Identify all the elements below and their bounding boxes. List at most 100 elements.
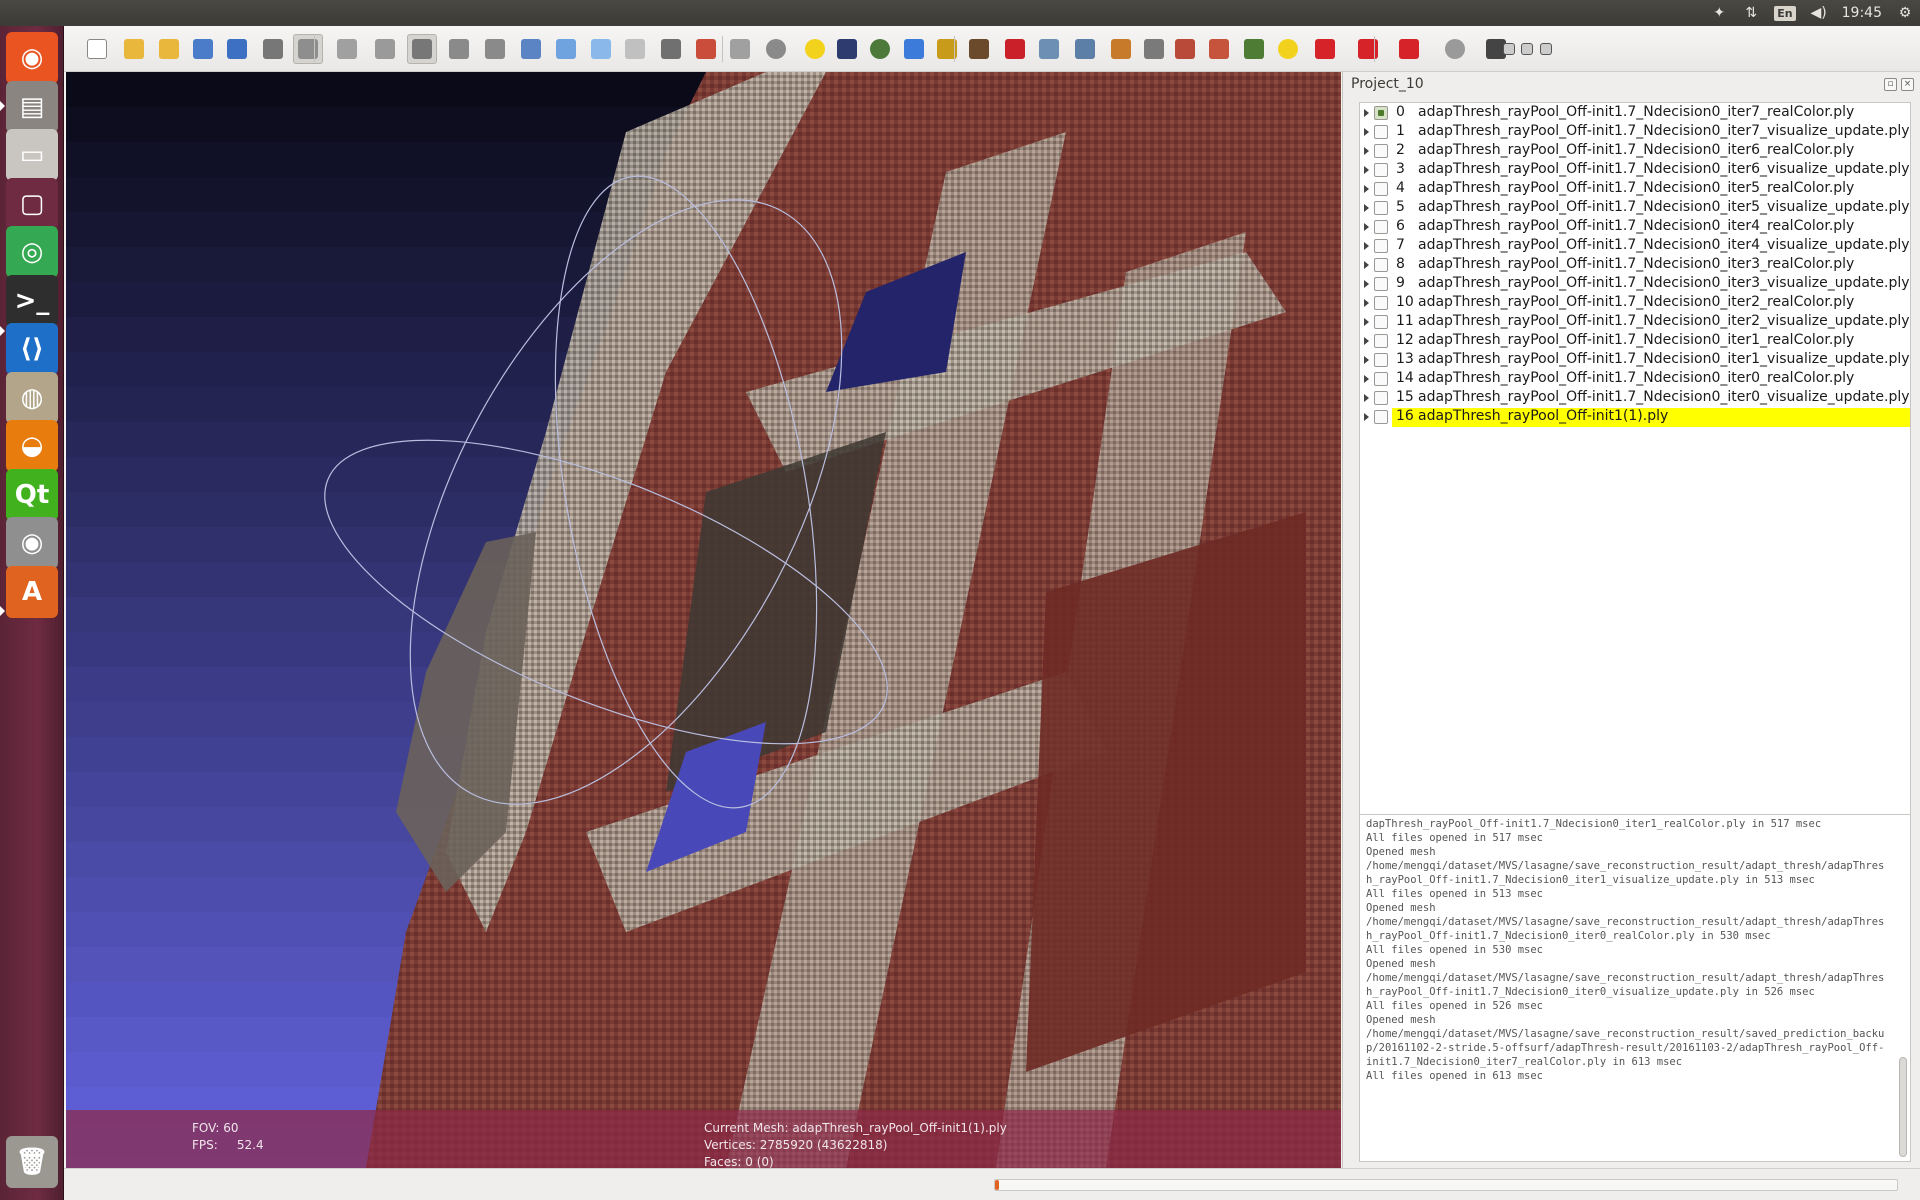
layer-label[interactable]: 6 adapThresh_rayPool_Off-init1.7_Ndecisio… (1392, 218, 1910, 237)
expand-arrow-icon[interactable] (1364, 223, 1369, 231)
layer-label[interactable]: 11 adapThresh_rayPool_Off-init1.7_Ndecisi… (1392, 313, 1910, 332)
settings-gear-icon[interactable]: ⚙ (1896, 4, 1914, 22)
expand-arrow-icon[interactable] (1364, 128, 1369, 136)
files-icon[interactable]: ▤ (6, 80, 58, 133)
selection-faces-icon[interactable] (725, 34, 755, 64)
render-points-icon[interactable] (407, 34, 437, 64)
vscode-icon[interactable]: ⟨⟩ (6, 323, 58, 375)
terminal-icon[interactable]: >_ (6, 274, 58, 327)
layer-row[interactable]: 4 adapThresh_rayPool_Off-init1.7_Ndecisio… (1360, 180, 1910, 199)
expand-arrow-icon[interactable] (1364, 375, 1369, 383)
snapshot-icon[interactable] (258, 34, 288, 64)
close-dock-icon[interactable]: × (1901, 78, 1914, 91)
eye-of-gnome-icon[interactable]: ◉ (6, 517, 58, 569)
volume-icon[interactable]: ◀) (1810, 4, 1828, 22)
restore-icon[interactable] (1518, 40, 1536, 58)
layer-visibility-icon[interactable] (1374, 125, 1388, 139)
layer-row[interactable]: 13 adapThresh_rayPool_Off-init1.7_Ndecisi… (1360, 351, 1910, 370)
layer-label[interactable]: 5 adapThresh_rayPool_Off-init1.7_Ndecisio… (1392, 199, 1910, 218)
expand-arrow-icon[interactable] (1364, 204, 1369, 212)
expand-arrow-icon[interactable] (1364, 166, 1369, 174)
delete-all-icon[interactable] (1394, 34, 1424, 64)
layer-label[interactable]: 0 adapThresh_rayPool_Off-init1.7_Ndecisio… (1392, 104, 1910, 123)
layer-label[interactable]: 9 adapThresh_rayPool_Off-init1.7_Ndecisio… (1392, 275, 1910, 294)
expand-arrow-icon[interactable] (1364, 109, 1369, 117)
layer-row[interactable]: 7 adapThresh_rayPool_Off-init1.7_Ndecisio… (1360, 237, 1910, 256)
render-flat-lines-icon[interactable] (516, 34, 546, 64)
edit-quality-icon[interactable] (1204, 34, 1234, 64)
log-vscrollbar[interactable] (1898, 819, 1908, 1157)
trash-icon[interactable]: 🗑 (6, 1136, 58, 1188)
layer-row[interactable]: 0 adapThresh_rayPool_Off-init1.7_Ndecisio… (1360, 104, 1910, 123)
layer-label[interactable]: 12 adapThresh_rayPool_Off-init1.7_Ndecisi… (1392, 332, 1910, 351)
info-icon[interactable] (1273, 34, 1303, 64)
layer-dialog-icon[interactable] (293, 34, 323, 64)
layer-visibility-icon[interactable] (1374, 163, 1388, 177)
expand-arrow-icon[interactable] (1364, 337, 1369, 345)
expand-arrow-icon[interactable] (1364, 261, 1369, 269)
layer-row[interactable]: 2 adapThresh_rayPool_Off-init1.7_Ndecisio… (1360, 142, 1910, 161)
raster-icon[interactable] (1239, 34, 1269, 64)
layer-visibility-icon[interactable] (1374, 239, 1388, 253)
measure-axis-icon[interactable] (899, 34, 929, 64)
select-vertices-icon[interactable] (1139, 34, 1169, 64)
window-icon[interactable]: ▢ (6, 177, 58, 230)
render-bbox-icon[interactable] (370, 34, 400, 64)
expand-arrow-icon[interactable] (1364, 394, 1369, 402)
dropbox-icon[interactable]: ✦ (1710, 4, 1728, 22)
expand-arrow-icon[interactable] (1364, 413, 1369, 421)
light-on-icon[interactable] (656, 34, 686, 64)
expand-arrow-icon[interactable] (1364, 356, 1369, 364)
expand-arrow-icon[interactable] (1364, 318, 1369, 326)
ubuntu-dash-icon[interactable]: ◉ (6, 32, 58, 84)
render-flat-icon[interactable] (551, 34, 581, 64)
layer-row[interactable]: 8 adapThresh_rayPool_Off-init1.7_Ndecisio… (1360, 256, 1910, 275)
layer-label[interactable]: 1 adapThresh_rayPool_Off-init1.7_Ndecisio… (1392, 123, 1910, 142)
trackball-icon[interactable] (761, 34, 791, 64)
new-project-icon[interactable] (82, 34, 112, 64)
open-project-icon[interactable] (119, 34, 149, 64)
layer-label[interactable]: 16 adapThresh_rayPool_Off-init1(1).ply (1392, 408, 1910, 427)
import-mesh-icon[interactable] (154, 34, 184, 64)
layer-row[interactable]: 9 adapThresh_rayPool_Off-init1.7_Ndecisio… (1360, 275, 1910, 294)
expand-arrow-icon[interactable] (1364, 299, 1369, 307)
layer-row[interactable]: 12 adapThresh_rayPool_Off-init1.7_Ndecisi… (1360, 332, 1910, 351)
delete-faces-icon[interactable] (1353, 34, 1383, 64)
layer-row[interactable]: 10 adapThresh_rayPool_Off-init1.7_Ndecisi… (1360, 294, 1910, 313)
z-painting-icon[interactable] (1106, 34, 1136, 64)
keyboard-lang-icon[interactable]: En (1774, 5, 1796, 21)
layer-label[interactable]: 7 adapThresh_rayPool_Off-init1.7_Ndecisio… (1392, 237, 1910, 256)
layer-label[interactable]: 3 adapThresh_rayPool_Off-init1.7_Ndecisio… (1392, 161, 1910, 180)
layer-visibility-icon[interactable] (1374, 353, 1388, 367)
log-panel[interactable]: dapThresh_rayPool_Off-init1.7_Ndecision0… (1359, 814, 1911, 1162)
layer-label[interactable]: 13 adapThresh_rayPool_Off-init1.7_Ndecisi… (1392, 351, 1910, 370)
layer-visibility-icon[interactable] (1374, 315, 1388, 329)
shader-icon[interactable] (832, 34, 862, 64)
render-wire-icon[interactable] (444, 34, 474, 64)
expand-arrow-icon[interactable] (1364, 280, 1369, 288)
layer-tree[interactable]: 0 adapThresh_rayPool_Off-init1.7_Ndecisio… (1359, 102, 1911, 852)
layer-label[interactable]: 15 adapThresh_rayPool_Off-init1.7_Ndecisi… (1392, 389, 1910, 408)
blender-icon[interactable]: ◒ (6, 420, 58, 472)
pick-points-icon[interactable] (1034, 34, 1064, 64)
software-center-icon[interactable]: A (6, 565, 58, 618)
layer-row[interactable]: 11 adapThresh_rayPool_Off-init1.7_Ndecisi… (1360, 313, 1910, 332)
search-icon[interactable] (1440, 34, 1470, 64)
layer-visibility-icon[interactable] (1374, 182, 1388, 196)
layer-visibility-icon[interactable] (1374, 296, 1388, 310)
3d-viewport[interactable]: FOV: 60 FPS: 52.4 Current Mesh: adapThre… (66, 72, 1341, 1168)
layer-visibility-icon[interactable] (1374, 144, 1388, 158)
delete-vertices-icon[interactable] (1310, 34, 1340, 64)
layer-row[interactable]: 16 adapThresh_rayPool_Off-init1(1).ply (1360, 408, 1910, 427)
brush-icon[interactable] (964, 34, 994, 64)
expand-arrow-icon[interactable] (1364, 185, 1369, 193)
export-mesh-icon[interactable] (222, 34, 252, 64)
layer-visibility-icon[interactable] (1374, 201, 1388, 215)
point-cloud-render[interactable] (66, 72, 1341, 1168)
layer-visibility-icon[interactable] (1374, 391, 1388, 405)
annotation-icon[interactable] (800, 34, 830, 64)
layer-row[interactable]: 1 adapThresh_rayPool_Off-init1.7_Ndecisio… (1360, 123, 1910, 142)
network-arrows-icon[interactable]: ⇅ (1742, 4, 1760, 22)
layer-visibility-icon[interactable] (1374, 220, 1388, 234)
layer-visibility-icon[interactable] (1374, 277, 1388, 291)
